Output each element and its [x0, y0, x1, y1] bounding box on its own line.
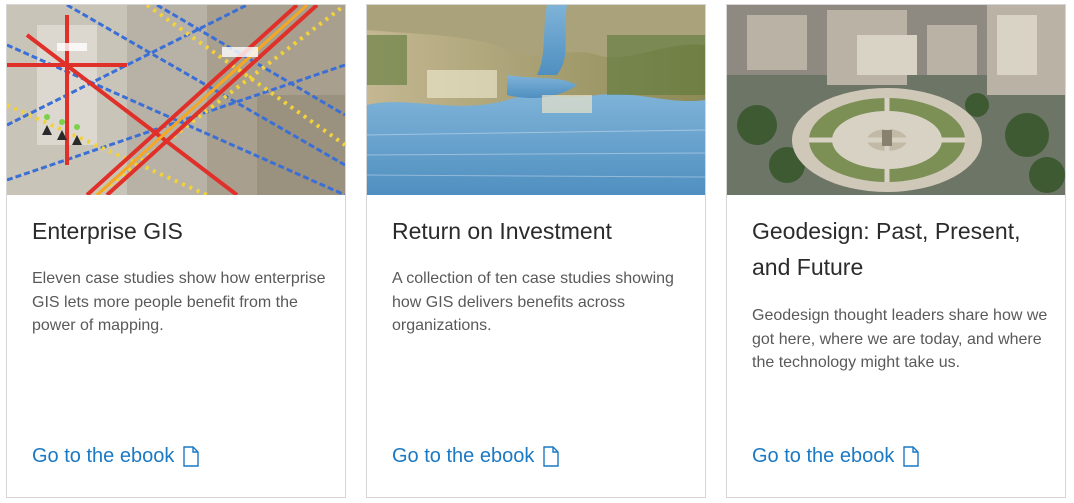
document-icon: [543, 445, 560, 467]
link-label: Go to the ebook: [752, 445, 895, 467]
geodesign-image[interactable]: [727, 5, 1065, 195]
enterprise-gis-image[interactable]: [7, 5, 345, 195]
ebook-card-return-on-investment: Return on Investment A collection of ten…: [366, 4, 706, 498]
card-title: Return on Investment: [392, 218, 612, 244]
ebook-card-enterprise-gis: Enterprise GIS Eleven case studies show …: [6, 4, 346, 498]
document-icon: [903, 445, 920, 467]
link-label: Go to the ebook: [32, 445, 175, 467]
card-title: Enterprise GIS: [32, 218, 183, 244]
go-to-ebook-link[interactable]: Go to the ebook: [752, 442, 920, 470]
card-title: Geodesign: Past, Present, and Future: [752, 218, 1021, 280]
card-description: Geodesign thought leaders share how we g…: [752, 307, 1048, 371]
document-icon: [183, 445, 200, 467]
card-description: A collection of ten case studies showing…: [392, 270, 674, 334]
link-label: Go to the ebook: [392, 445, 535, 467]
go-to-ebook-link[interactable]: Go to the ebook: [32, 442, 200, 470]
return-on-investment-image[interactable]: [367, 5, 705, 195]
card-description: Eleven case studies show how enterprise …: [32, 270, 326, 334]
ebook-card-geodesign: Geodesign: Past, Present, and Future Geo…: [726, 4, 1066, 498]
go-to-ebook-link[interactable]: Go to the ebook: [392, 442, 560, 470]
